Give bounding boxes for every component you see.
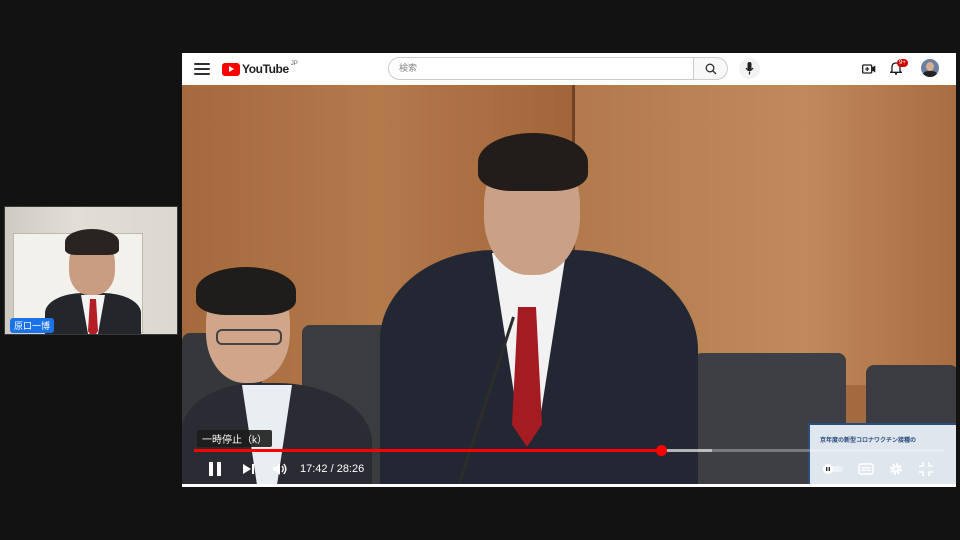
avatar[interactable]	[921, 59, 939, 77]
time-display: 17:42 / 28:26	[300, 463, 365, 475]
video-player[interactable]: 京年度の新型コロナワクチン接種の 一時停止（k） 17:42 / 28:26	[182, 85, 956, 484]
volume-icon	[273, 463, 287, 475]
progress-played	[194, 449, 662, 452]
webcam-person-hair	[65, 229, 119, 255]
settings-button[interactable]	[888, 461, 904, 477]
subtitles-button[interactable]	[858, 461, 874, 477]
notification-count-badge: 9+	[897, 59, 908, 67]
search-button[interactable]	[694, 57, 728, 80]
autoplay-toggle[interactable]	[822, 461, 844, 477]
volume-button[interactable]	[272, 461, 288, 477]
sign-text: 京年度の新型コロナワクチン接種の	[820, 438, 917, 444]
seated-man-hair	[196, 267, 296, 315]
youtube-logo-text: YouTube	[242, 62, 289, 76]
autoplay-toggle-icon	[823, 464, 843, 474]
youtube-window: YouTube JP 検索 9+ 京年度の新型コロナワクチン接種の 一時停止（k…	[182, 53, 956, 487]
microphone-icon	[745, 62, 754, 75]
speaker-hair	[478, 133, 588, 191]
webcam-tile: 原口一博	[4, 206, 178, 335]
skip-next-icon	[243, 464, 254, 474]
video-add-icon	[862, 64, 876, 74]
pause-icon	[209, 462, 221, 476]
pause-tooltip: 一時停止（k）	[197, 430, 272, 447]
search-icon	[705, 63, 717, 75]
youtube-logo[interactable]: YouTube JP	[222, 61, 298, 77]
pause-button[interactable]	[208, 461, 222, 477]
seated-man-glasses	[216, 329, 282, 345]
search-input[interactable]: 検索	[388, 57, 694, 80]
create-video-button[interactable]	[862, 62, 876, 80]
subtitles-icon	[858, 463, 874, 475]
exit-fullscreen-icon	[919, 462, 933, 476]
youtube-region-label: JP	[290, 61, 298, 67]
participant-name-tag: 原口一博	[10, 318, 55, 333]
next-button[interactable]	[242, 461, 256, 477]
hamburger-menu-icon[interactable]	[194, 61, 210, 77]
voice-search-button[interactable]	[739, 58, 760, 79]
gear-icon	[890, 463, 902, 475]
youtube-header: YouTube JP 検索 9+	[182, 53, 956, 85]
youtube-play-icon	[222, 62, 240, 76]
progress-bar[interactable]	[194, 445, 944, 456]
exit-fullscreen-button[interactable]	[918, 461, 934, 477]
